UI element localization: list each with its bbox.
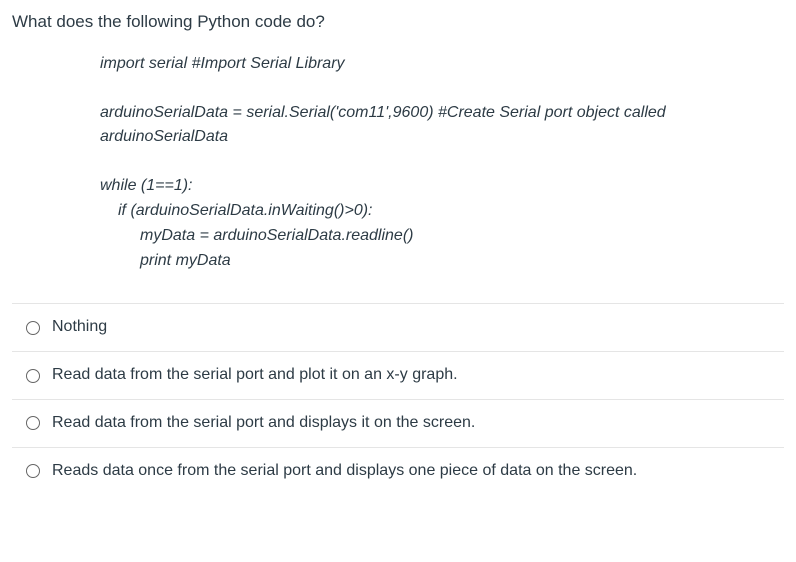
question-title: What does the following Python code do? — [12, 10, 784, 34]
option-1[interactable]: Read data from the serial port and plot … — [12, 352, 784, 400]
radio-icon — [26, 464, 40, 478]
code-line-2: arduinoSerialData = serial.Serial('com11… — [100, 101, 784, 126]
option-2[interactable]: Read data from the serial port and displ… — [12, 400, 784, 448]
option-3[interactable]: Reads data once from the serial port and… — [12, 448, 784, 495]
code-block: import serial #Import Serial Library ard… — [100, 52, 784, 274]
option-label: Read data from the serial port and displ… — [52, 413, 475, 434]
code-line-4: while (1==1): — [100, 174, 784, 199]
code-line-5: if (arduinoSerialData.inWaiting()>0): — [100, 199, 784, 224]
option-label: Read data from the serial port and plot … — [52, 365, 458, 386]
options-list: Nothing Read data from the serial port a… — [12, 303, 784, 494]
option-0[interactable]: Nothing — [12, 304, 784, 352]
radio-icon — [26, 321, 40, 335]
option-label: Reads data once from the serial port and… — [52, 461, 637, 482]
option-label: Nothing — [52, 317, 107, 338]
code-line-3: arduinoSerialData — [100, 125, 784, 150]
code-line-7: print myData — [100, 249, 784, 274]
radio-icon — [26, 416, 40, 430]
code-line-1: import serial #Import Serial Library — [100, 52, 784, 77]
radio-icon — [26, 369, 40, 383]
code-line-6: myData = arduinoSerialData.readline() — [100, 224, 784, 249]
